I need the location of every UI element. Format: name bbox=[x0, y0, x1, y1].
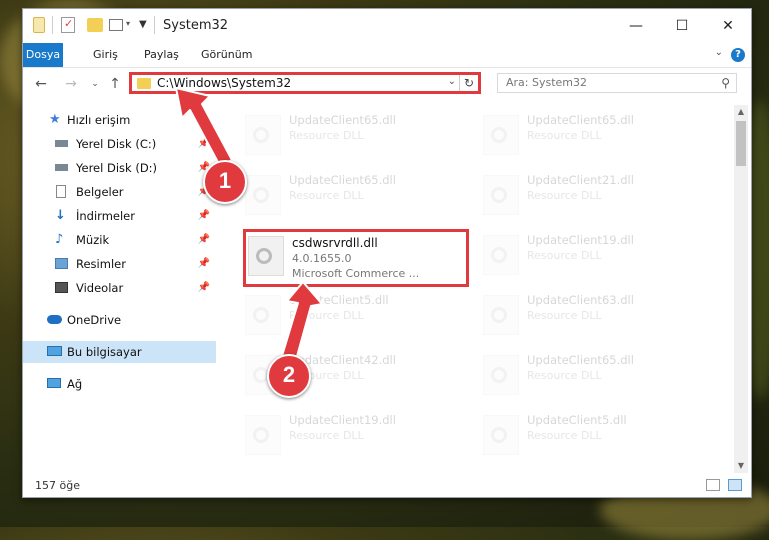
step-badge-1: 1 bbox=[203, 160, 247, 204]
arrow-to-file bbox=[281, 281, 323, 361]
arrow-to-address-bar bbox=[175, 87, 233, 167]
step-badge-2: 2 bbox=[267, 354, 311, 398]
annotation-arrows bbox=[175, 87, 323, 361]
